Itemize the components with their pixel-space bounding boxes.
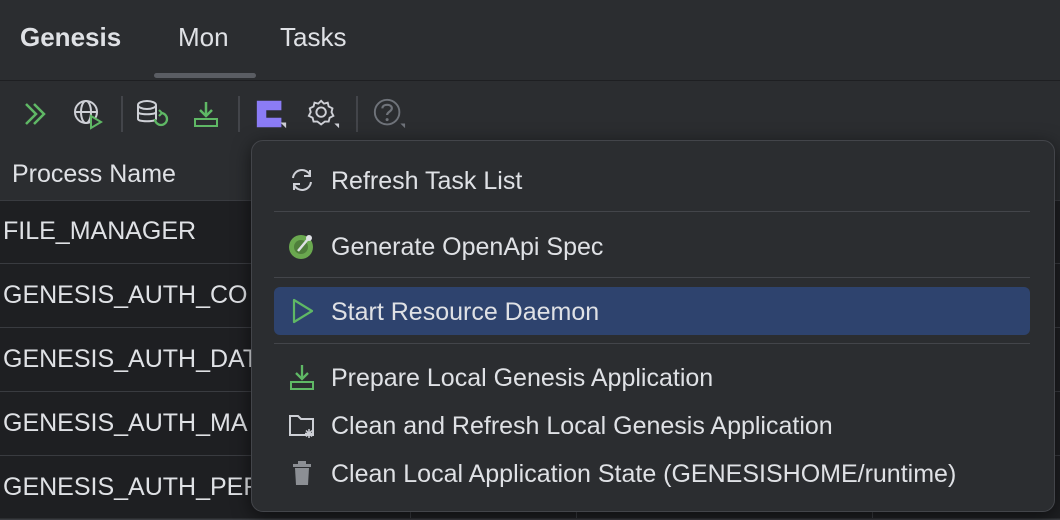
menu-item-clean-local-application-state[interactable]: Clean Local Application State (GENESISHO… xyxy=(274,449,1030,497)
process-name-cell: GENESIS_AUTH_CO xyxy=(3,281,248,309)
menu-item-label: Clean Local Application State (GENESISHO… xyxy=(331,460,957,488)
tool-window-header: Genesis Mon Tasks xyxy=(0,0,1060,81)
menu-separator xyxy=(274,277,1030,278)
genesis-logo-icon[interactable] xyxy=(254,97,288,131)
process-name-cell: GENESIS_AUTH_PER xyxy=(3,473,262,501)
tab-mon[interactable]: Mon xyxy=(178,22,229,53)
settings-icon[interactable] xyxy=(306,97,340,131)
download-icon[interactable] xyxy=(189,97,223,131)
menu-item-clean-and-refresh-local-genesis-application[interactable]: Clean and Refresh Local Genesis Applicat… xyxy=(274,401,1030,449)
play-icon xyxy=(288,297,316,325)
toolbar-separator xyxy=(356,96,358,132)
openapi-icon xyxy=(288,232,316,260)
toolbar-separator xyxy=(238,96,240,132)
menu-item-label: Generate OpenApi Spec xyxy=(331,233,604,261)
process-name-cell: FILE_MANAGER xyxy=(3,217,197,245)
active-tab-indicator xyxy=(154,73,256,78)
menu-item-generate-openapi-spec[interactable]: Generate OpenApi Spec xyxy=(274,222,1030,270)
toolbar xyxy=(0,80,1060,148)
download-icon xyxy=(288,363,316,391)
tab-tasks[interactable]: Tasks xyxy=(280,22,346,53)
run-all-icon[interactable] xyxy=(19,97,53,131)
toolbar-separator xyxy=(121,96,123,132)
menu-item-refresh-task-list[interactable]: Refresh Task List xyxy=(274,156,1030,204)
database-refresh-icon[interactable] xyxy=(135,97,169,131)
trash-icon xyxy=(288,459,316,487)
web-run-icon[interactable] xyxy=(71,97,105,131)
menu-separator xyxy=(274,211,1030,212)
menu-item-start-resource-daemon[interactable]: Start Resource Daemon xyxy=(274,287,1030,335)
menu-separator xyxy=(274,343,1030,344)
menu-item-label: Prepare Local Genesis Application xyxy=(331,364,714,392)
menu-item-label: Refresh Task List xyxy=(331,167,523,195)
menu-item-label: Clean and Refresh Local Genesis Applicat… xyxy=(331,412,833,440)
help-icon[interactable] xyxy=(372,97,406,131)
column-header-label: Process Name xyxy=(12,160,176,188)
refresh-icon xyxy=(288,166,316,194)
tool-window-title: Genesis xyxy=(20,22,122,52)
menu-item-prepare-local-genesis-application[interactable]: Prepare Local Genesis Application xyxy=(274,353,1030,401)
folder-clean-icon xyxy=(288,411,316,439)
genesis-actions-popup-menu: Refresh Task List Generate OpenApi Spec … xyxy=(251,140,1055,512)
menu-item-label: Start Resource Daemon xyxy=(331,298,600,326)
process-name-cell: GENESIS_AUTH_MA xyxy=(3,409,248,437)
process-name-cell: GENESIS_AUTH_DAT xyxy=(3,345,259,373)
